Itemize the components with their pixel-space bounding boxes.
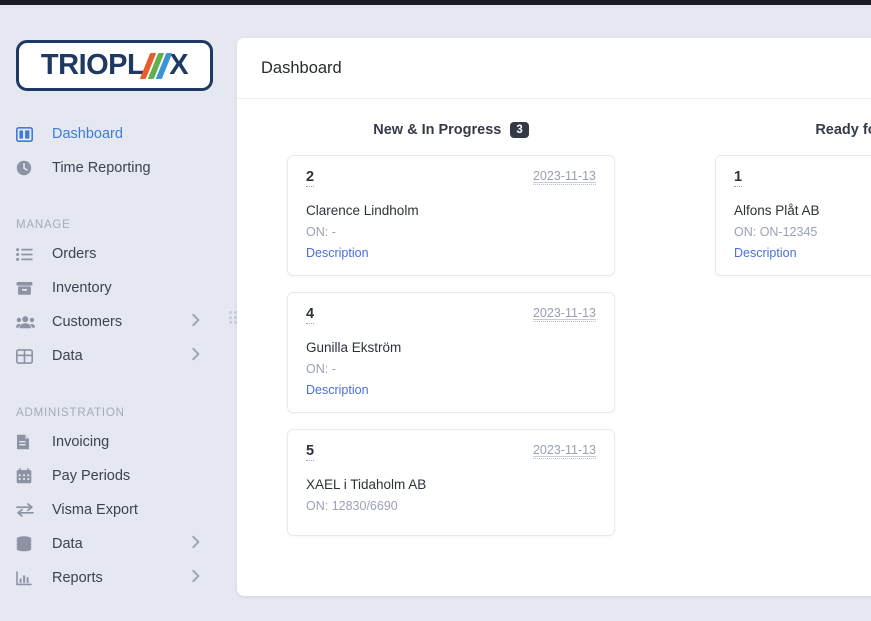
card-customer-name: XAEL i Tidaholm AB	[306, 477, 427, 492]
card-customer-name: Alfons Plåt AB	[734, 203, 820, 218]
box-icon	[16, 280, 38, 296]
sidebar-item-reports[interactable]: Reports	[14, 561, 214, 595]
column-title: New & In Progress	[373, 122, 502, 138]
column-title: Ready for Delivery	[815, 122, 871, 138]
brand-logo[interactable]: TRIOPL X	[16, 40, 213, 91]
order-card[interactable]: 5 2023-11-13 XAEL i Tidaholm AB ON: 1283…	[287, 429, 615, 536]
sidebar-item-visma-export[interactable]: Visma Export	[14, 493, 214, 527]
card-date[interactable]: 2023-11-13	[532, 169, 596, 185]
order-card[interactable]: 2 2023-11-13 Clarence Lindholm ON: - Des…	[287, 155, 615, 276]
sidebar-item-label: Orders	[52, 246, 97, 262]
order-card[interactable]: 1 Alfons Plåt AB ON: ON-12345 Descriptio…	[715, 155, 871, 276]
card-number[interactable]: 1	[734, 169, 743, 187]
kanban-board: New & In Progress 3 2 2023-11-13 Clarenc…	[237, 99, 871, 596]
sidebar: TRIOPL X Dashboard Time Reporting MANAGE…	[0, 5, 228, 621]
board-column-new-in-progress: New & In Progress 3 2 2023-11-13 Clarenc…	[237, 99, 665, 596]
panel-header: Dashboard	[237, 38, 871, 99]
sidebar-item-dashboard[interactable]: Dashboard	[14, 117, 214, 151]
sidebar-item-data-manage[interactable]: Data	[14, 339, 214, 373]
page-title: Dashboard	[261, 58, 342, 77]
column-count-badge: 3	[510, 121, 529, 139]
sidebar-item-label: Time Reporting	[52, 160, 151, 176]
sidebar-nav: Dashboard Time Reporting MANAGE Orders I…	[14, 117, 214, 595]
calendar-icon	[16, 468, 38, 484]
main-panel: Dashboard New & In Progress 3 2 2023-11-…	[237, 38, 871, 596]
card-number[interactable]: 4	[306, 306, 315, 324]
sidebar-item-label: Customers	[52, 314, 123, 330]
sidebar-item-data-admin[interactable]: Data	[14, 527, 214, 561]
brand-stripes-icon	[139, 52, 173, 80]
card-description-link[interactable]: Description	[306, 246, 596, 260]
sidebar-item-label: Invoicing	[52, 434, 110, 450]
card-list: 1 Alfons Plåt AB ON: ON-12345 Descriptio…	[665, 155, 871, 276]
chevron-right-icon[interactable]	[192, 347, 200, 365]
card-top-row: 4 2023-11-13	[306, 306, 596, 324]
chevron-right-icon[interactable]	[192, 535, 200, 553]
sidebar-item-customers[interactable]: Customers	[14, 305, 214, 339]
sidebar-item-label: Pay Periods	[52, 468, 131, 484]
card-order-number: ON: -	[306, 362, 336, 376]
sidebar-item-inventory[interactable]: Inventory	[14, 271, 214, 305]
column-header: Ready for Delivery	[665, 115, 871, 145]
card-customer-name: Gunilla Ekström	[306, 340, 402, 355]
grip-dots-icon	[229, 310, 237, 324]
brand-name-part2: X	[169, 49, 189, 81]
sidebar-item-label: Visma Export	[52, 502, 138, 518]
sidebar-item-pay-periods[interactable]: Pay Periods	[14, 459, 214, 493]
chevron-right-icon[interactable]	[192, 313, 200, 331]
sidebar-item-label: Reports	[52, 570, 103, 586]
card-number[interactable]: 5	[306, 443, 315, 461]
card-top-row: 2 2023-11-13	[306, 169, 596, 187]
dashboard-columns-icon	[16, 126, 38, 142]
clock-icon	[16, 160, 38, 176]
users-icon	[16, 314, 38, 330]
list-icon	[16, 246, 38, 262]
sidebar-item-label: Dashboard	[52, 126, 123, 142]
sidebar-item-invoicing[interactable]: Invoicing	[14, 425, 214, 459]
card-description-link[interactable]: Description	[306, 383, 596, 397]
card-list: 2 2023-11-13 Clarence Lindholm ON: - Des…	[237, 155, 665, 536]
order-card[interactable]: 4 2023-11-13 Gunilla Ekström ON: - Descr…	[287, 292, 615, 413]
column-header: New & In Progress 3	[237, 115, 665, 145]
app-root: TRIOPL X Dashboard Time Reporting MANAGE…	[0, 0, 871, 621]
table-grid-icon	[16, 348, 38, 364]
sidebar-item-time-reporting[interactable]: Time Reporting	[14, 151, 214, 185]
card-top-row: 1	[734, 169, 871, 187]
card-order-number: ON: 12830/6690	[306, 499, 398, 513]
board-column-ready-for-delivery: Ready for Delivery 1 Alfons Plåt AB ON: …	[665, 99, 871, 596]
exchange-arrows-icon	[16, 502, 38, 518]
brand-name-part1: TRIOPL	[40, 49, 145, 81]
brand-logo-inner: TRIOPL X	[40, 43, 189, 88]
card-top-row: 5 2023-11-13	[306, 443, 596, 461]
card-order-number: ON: -	[306, 225, 336, 239]
sidebar-item-label: Data	[52, 348, 83, 364]
database-icon	[16, 536, 38, 552]
card-customer-name: Clarence Lindholm	[306, 203, 419, 218]
sidebar-item-label: Inventory	[52, 280, 112, 296]
card-order-number: ON: ON-12345	[734, 225, 818, 239]
card-number[interactable]: 2	[306, 169, 315, 187]
chevron-right-icon[interactable]	[192, 569, 200, 587]
card-date[interactable]: 2023-11-13	[532, 443, 596, 459]
bar-chart-icon	[16, 570, 38, 586]
sidebar-item-orders[interactable]: Orders	[14, 237, 214, 271]
invoice-icon	[16, 434, 38, 450]
sidebar-item-label: Data	[52, 536, 83, 552]
card-description-link[interactable]: Description	[734, 246, 871, 260]
logo-wrapper: TRIOPL X	[16, 40, 214, 91]
card-date[interactable]: 2023-11-13	[532, 306, 596, 322]
sidebar-section-title-manage: MANAGE	[16, 219, 71, 231]
sidebar-section-title-administration: ADMINISTRATION	[16, 407, 125, 419]
